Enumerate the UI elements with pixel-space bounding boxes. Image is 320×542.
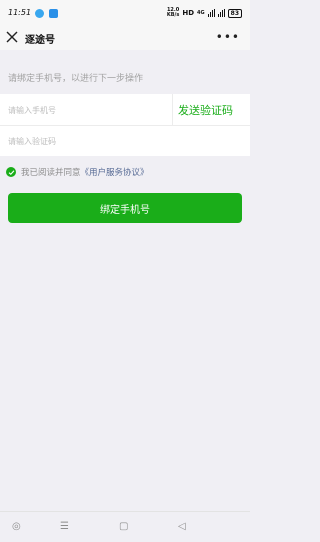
more-icon[interactable]: ••• xyxy=(216,30,240,44)
agreement-row: 我已阅读并同意 《用户服务协议》 xyxy=(6,166,149,178)
back-icon[interactable]: ◁ xyxy=(178,521,186,532)
signal-icon xyxy=(207,9,215,17)
status-bar: 11:51 12.0 KB/s HD 4G 83 xyxy=(0,0,250,26)
net-speed: 12.0 KB/s xyxy=(167,8,180,18)
close-icon[interactable] xyxy=(5,30,19,44)
net-speed-unit: KB/s xyxy=(166,12,180,18)
phone-input[interactable] xyxy=(8,102,158,118)
wifi-signal-icon xyxy=(217,9,225,17)
user-agreement-link[interactable]: 《用户服务协议》 xyxy=(81,166,149,178)
check-icon xyxy=(8,169,14,175)
bind-form: 发送验证码 xyxy=(0,94,250,156)
status-time: 11:51 xyxy=(8,8,32,17)
notification-download-icon xyxy=(49,9,58,18)
nav-bar: 逐途号 ••• xyxy=(0,26,250,50)
page-title: 逐途号 xyxy=(25,35,55,46)
instruction-text: 请绑定手机号，以进行下一步操作 xyxy=(8,74,144,84)
notification-app-icon xyxy=(35,9,44,18)
status-indicators: 12.0 KB/s HD 4G 83 xyxy=(167,8,242,18)
system-nav-bar: ◎ ☰ ▢ ◁ xyxy=(0,511,250,542)
verification-code-input[interactable] xyxy=(8,133,158,149)
home-icon[interactable]: ▢ xyxy=(119,521,128,532)
assistant-icon[interactable]: ◎ xyxy=(12,521,21,532)
send-code-button[interactable]: 发送验证码 xyxy=(178,102,233,118)
menu-icon[interactable]: ☰ xyxy=(60,521,69,532)
bind-phone-button[interactable]: 绑定手机号 xyxy=(8,193,242,223)
network-type: HD xyxy=(182,9,195,17)
code-row xyxy=(0,125,250,156)
agreement-text: 我已阅读并同意 xyxy=(21,168,81,178)
battery-icon: 83 xyxy=(227,8,242,18)
field-divider xyxy=(172,94,173,125)
agreement-checkbox[interactable] xyxy=(6,167,16,177)
phone-row: 发送验证码 xyxy=(0,94,250,126)
signal-label: 4G xyxy=(197,10,205,16)
